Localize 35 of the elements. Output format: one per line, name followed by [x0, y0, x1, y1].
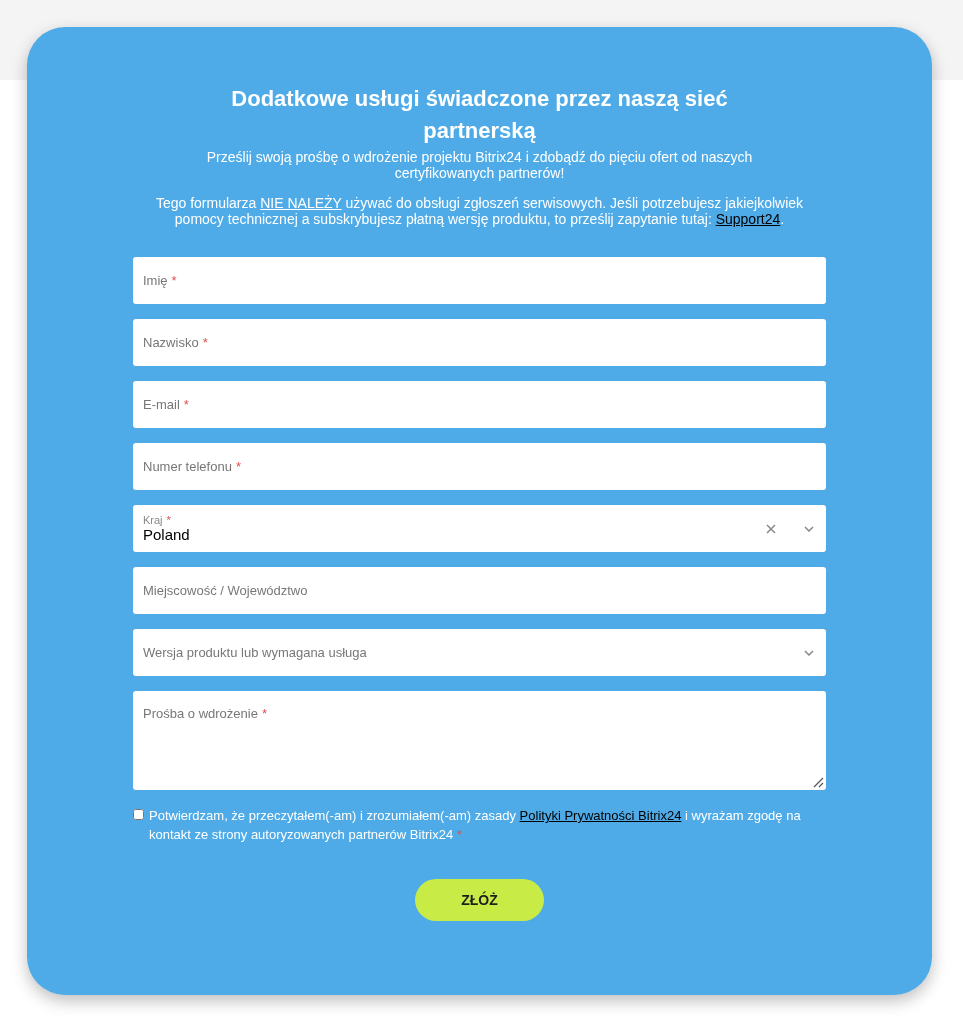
placeholder-text: Prośba o wdrożenie: [143, 705, 258, 723]
placeholder-text: Wersja produktu lub wymagana usługa: [143, 643, 367, 662]
intro-text: Prześlij swoją prośbę o wdrożenie projektu Bitrix24 i zdobądź do pięciu ofert od naszych certyfikowanych partnerów!: [205, 149, 754, 181]
input-field[interactable]: Miejscowość / Województwo: [133, 567, 826, 614]
input-field[interactable]: Imię *: [133, 257, 826, 304]
required-mark: *: [261, 705, 267, 723]
consent-text: Potwierdzam, że przeczytałem(-am) i zrozumiałem(-am) zasady Polityki Prywatności Bitrix24 i wyrażam zgodę na kontakt ze strony autoryzowanych partnerów Bitrix24 *: [149, 807, 802, 844]
submit-button[interactable]: ZŁÓŻ: [415, 879, 544, 921]
select-field[interactable]: Wersja produktu lub wymagana usługa: [133, 629, 826, 676]
input-field[interactable]: Nazwisko *: [133, 319, 826, 366]
required-mark: *: [171, 271, 177, 290]
required-mark: *: [183, 395, 189, 414]
placeholder-text: Nazwisko: [143, 333, 199, 352]
placeholder-text: Imię: [143, 271, 168, 290]
clear-icon[interactable]: [766, 523, 776, 534]
required-mark: *: [166, 513, 171, 526]
field-value: Poland: [143, 525, 191, 544]
form-title: Dodatkowe usługi świadczone przez naszą sieć partnerską: [230, 85, 729, 145]
chevron-down-icon[interactable]: [804, 525, 814, 532]
resize-handle-icon[interactable]: [812, 776, 824, 788]
placeholder-text: Numer telefonu: [143, 457, 232, 476]
link[interactable]: Polityki Prywatności Bitrix24: [519, 808, 682, 823]
input-field[interactable]: E-mail *: [133, 381, 826, 428]
placeholder-text: Miejscowość / Województwo: [143, 581, 308, 600]
placeholder-text: E-mail: [143, 395, 180, 414]
select-field[interactable]: Kraj * Poland: [133, 505, 826, 552]
notice-text: Tego formularza NIE NALEŻY używać do obsługi zgłoszeń serwisowych. Jeśli potrzebujesz jakiejkolwiek pomocy technicznej a subskrybujesz płatną wersję produktu, to prześlij zapytanie tutaj: Support24.: [154, 195, 805, 227]
required-mark: *: [235, 457, 241, 476]
input-field[interactable]: Numer telefonu *: [133, 443, 826, 490]
required-mark: *: [202, 333, 208, 352]
text-area[interactable]: Prośba o wdrożenie *: [133, 691, 826, 790]
link[interactable]: NIE NALEŻY: [260, 195, 342, 211]
consent-checkbox[interactable]: [133, 809, 144, 820]
field-label: Kraj: [143, 513, 163, 526]
chevron-down-icon[interactable]: [804, 649, 814, 656]
